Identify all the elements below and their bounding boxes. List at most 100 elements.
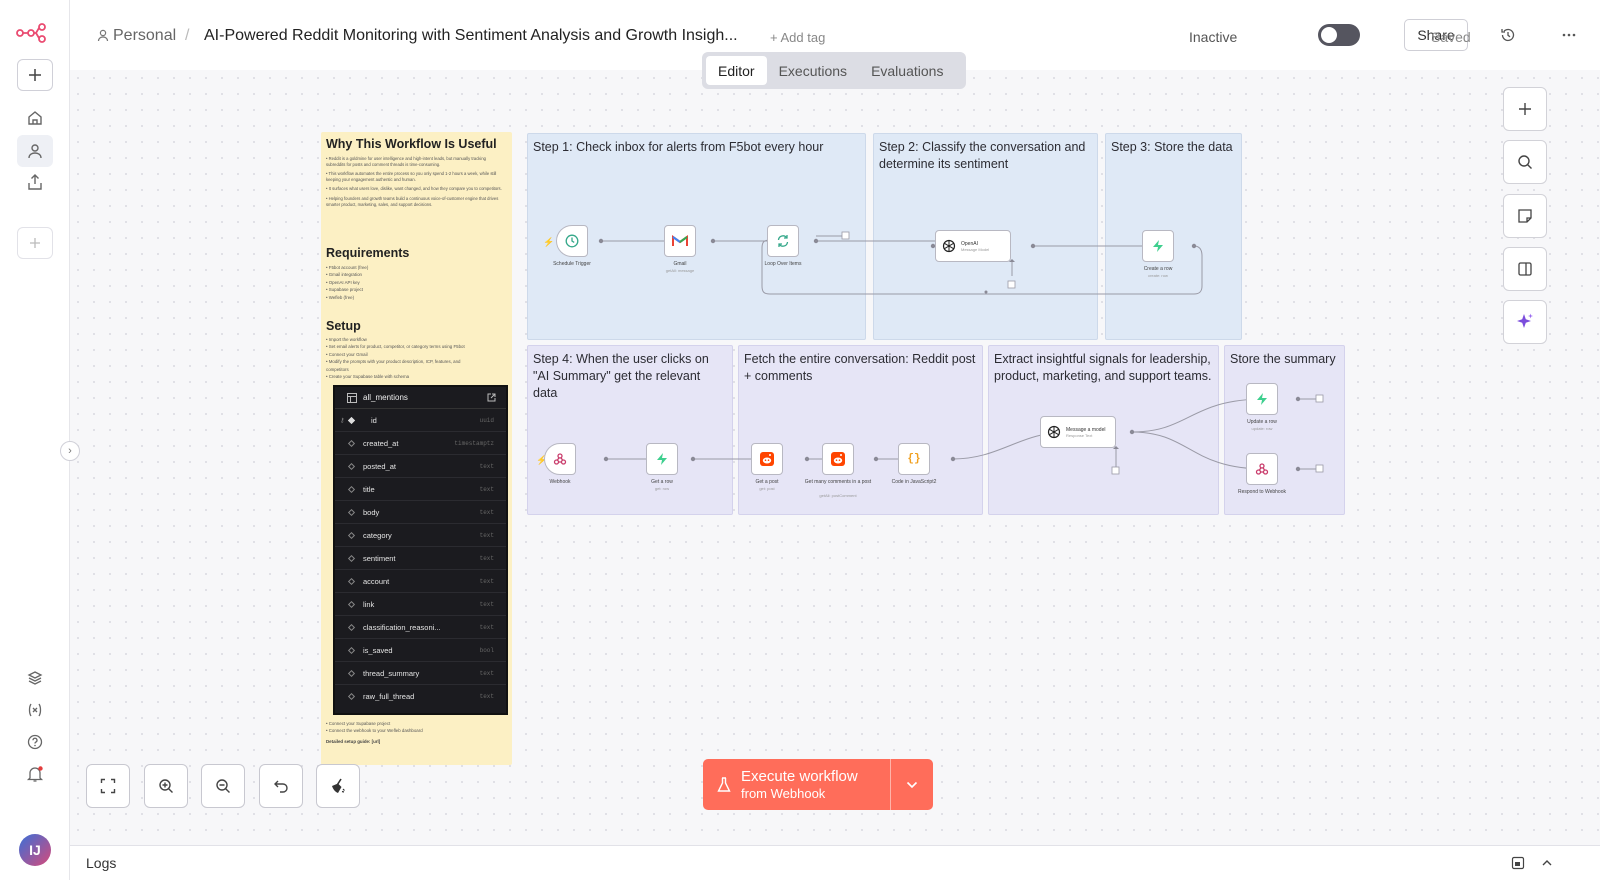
node-label: Loop Over Items [764,261,802,267]
node-sublabel: Message Model [961,246,990,252]
sticky-note-icon [1518,209,1532,223]
view-tabs: Editor Executions Evaluations [702,52,966,89]
add-node-button[interactable] [1503,87,1547,131]
node-label: Gmail [673,261,687,267]
tidy-up-button[interactable] [316,764,360,808]
fit-view-button[interactable] [86,764,130,808]
add-project-button[interactable] [17,227,53,259]
schedule-trigger-node[interactable] [556,225,588,257]
panel-icon [1518,262,1532,276]
execute-main-action[interactable]: Execute workflow from Webhook [703,759,891,810]
node-label: Get a row [651,479,673,485]
gmail-icon [672,235,688,246]
ai-assistant-button[interactable] [1503,300,1547,344]
get-row-node[interactable] [646,443,678,475]
logs-panel-bar[interactable]: Logs [70,845,1600,880]
zoom-in-button[interactable] [144,764,188,808]
tab-editor[interactable]: Editor [706,56,767,85]
respond-webhook-node[interactable] [1246,453,1278,485]
loop-over-items-node[interactable] [767,225,799,257]
get-post-node[interactable] [751,443,783,475]
workflow-canvas[interactable]: Why This Workflow Is Useful • Reddit is … [70,70,1600,845]
node-sublabel: update: row [1251,426,1273,431]
fit-view-icon [100,778,116,794]
get-comments-node[interactable] [822,443,854,475]
sidebar-collapse-toggle[interactable]: › [60,441,80,461]
tab-executions[interactable]: Executions [767,56,859,85]
openai-node[interactable]: OpenAI Message Model [935,230,1011,262]
supabase-icon [1153,240,1163,252]
supabase-icon [657,453,667,465]
node-sublabel: getAll: postComment [819,493,857,498]
add-sticky-button[interactable] [1503,194,1547,238]
execute-label: Execute workflow [741,767,858,785]
n8n-logo[interactable] [16,20,52,44]
breadcrumb-separator: / [185,27,190,44]
node-sublabel: Response Text [1066,432,1093,438]
sparkle-icon [1517,313,1533,328]
node-sublabel: getAll: message [665,268,695,273]
undo-icon [274,780,288,793]
share-out-icon[interactable] [17,166,53,198]
execute-workflow-button[interactable]: Execute workflow from Webhook [703,759,933,810]
message-model-node[interactable]: Message a model Response Text [1040,416,1116,448]
chevron-up-icon[interactable] [1542,859,1552,866]
code-node[interactable]: {} [898,443,930,475]
zoom-out-button[interactable] [201,764,245,808]
active-toggle[interactable] [1318,24,1360,46]
plus-icon [1519,103,1531,115]
node-label: Message a model [1066,426,1106,433]
undo-button[interactable] [259,764,303,808]
openai-icon [1047,425,1061,439]
execute-dropdown[interactable] [891,759,933,810]
search-nodes-button[interactable] [1503,140,1547,184]
node-label: Code in JavaScript2 [891,479,937,485]
main-sidebar: IJ [0,0,70,880]
webhook-node[interactable] [544,443,576,475]
loop-icon [777,235,789,247]
toggle-panel-button[interactable] [1503,247,1547,291]
node-sublabel: get: row [654,486,670,491]
zoom-in-icon [159,779,173,793]
supabase-icon [1257,393,1267,405]
search-icon [1518,155,1532,169]
reddit-icon [831,452,845,466]
broom-icon [332,778,345,793]
pop-out-icon[interactable] [1511,856,1525,870]
add-tag-link[interactable]: + Add tag [770,28,825,48]
create-row-node[interactable] [1142,230,1174,262]
node-label: Update a row [1247,419,1277,425]
gmail-node[interactable] [664,225,696,257]
clock-icon [565,234,579,248]
chevron-down-icon [906,781,918,788]
person-icon [97,29,109,42]
saved-status: Saved [1431,29,1471,45]
history-icon[interactable] [1500,27,1516,43]
project-breadcrumb[interactable]: Personal [113,26,176,46]
help-icon[interactable] [17,726,53,758]
active-status-label: Inactive [1189,29,1238,45]
execute-sublabel: from Webhook [741,785,826,801]
flask-icon [717,776,731,792]
node-label: Schedule Trigger [553,261,591,267]
templates-icon[interactable] [17,662,53,694]
node-label: Respond to Webhook [1238,489,1286,495]
node-label: Webhook [549,479,571,485]
home-icon[interactable] [17,102,53,134]
workflow-title[interactable]: AI-Powered Reddit Monitoring with Sentim… [204,26,738,46]
update-row-node[interactable] [1246,383,1278,415]
openai-icon [942,239,956,253]
reddit-icon [760,452,774,466]
personal-icon[interactable] [17,135,53,167]
tab-evaluations[interactable]: Evaluations [859,56,955,85]
user-avatar[interactable]: IJ [19,834,51,866]
webhook-icon [1255,463,1269,475]
code-icon: {} [907,453,921,465]
svg-text:⚡: ⚡ [543,236,554,248]
create-button[interactable] [17,59,53,91]
node-sublabel: get: post [759,486,775,491]
zoom-out-icon [216,779,230,793]
more-options-icon[interactable] [1562,33,1576,37]
variables-icon[interactable] [17,694,53,726]
notifications-icon[interactable] [17,758,53,790]
